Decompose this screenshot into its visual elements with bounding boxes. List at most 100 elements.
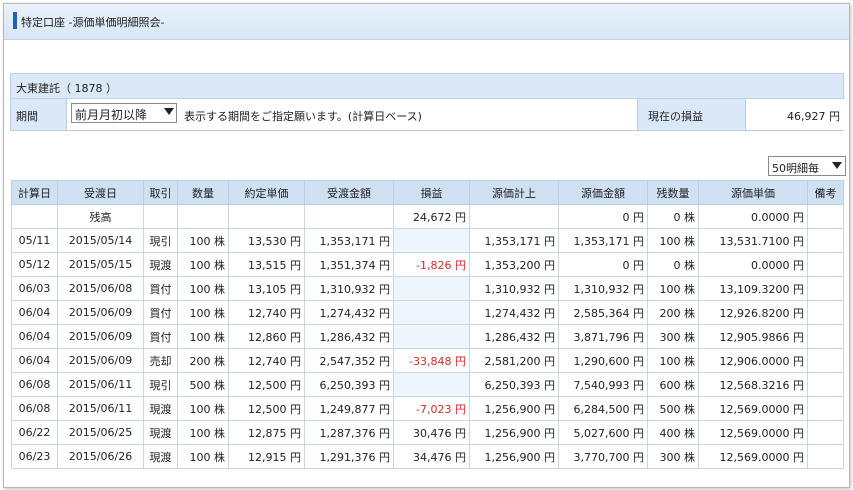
- table-header-row: 計算日 受渡日 取引 数量 約定単価 受渡金額 損益 源価計上 源価金額 残数量 源価単価 備考: [11, 180, 844, 205]
- table-cell: [807, 348, 844, 373]
- table-cell: 買付: [143, 276, 178, 301]
- table-cell: [393, 228, 470, 253]
- table-cell: 1,274,432 円: [469, 300, 559, 325]
- table-cell: 2,547,352 円: [304, 348, 394, 373]
- table-cell: 1,256,900 円: [469, 444, 559, 469]
- table-cell: 2,581,200 円: [469, 348, 559, 373]
- table-cell: 現引: [143, 228, 178, 253]
- table-cell: 6,250,393 円: [304, 372, 394, 397]
- column-header: 源価計上: [469, 180, 559, 205]
- stock-name-row: 大東建託（ 1878 ）: [11, 74, 843, 99]
- table-row: 残高 24,672 円 0 円0 株 0.0000 円: [11, 204, 844, 229]
- table-cell: 06/08: [11, 372, 58, 397]
- table-row: 06/08 2015/06/11 現引 500 株 12,500 円 6,250,393 …: [11, 372, 844, 397]
- table-cell: 100 株: [177, 444, 229, 469]
- table-cell: [177, 204, 229, 229]
- table-cell: 1,287,376 円: [304, 420, 394, 445]
- table-row: 06/04 2015/06/09 買付 100 株 12,740 円 1,274,432 …: [11, 300, 844, 325]
- period-row: 期間 前月月初以降 表示する期間をご指定願います。(計算日ベース) 現在の損益 …: [11, 99, 844, 130]
- table-cell: 12,915 円: [228, 444, 305, 469]
- table-cell: 1,256,900 円: [469, 396, 559, 421]
- table-cell: 12,569.0000 円: [698, 396, 808, 421]
- table-cell: 12,569.0000 円: [698, 444, 808, 469]
- table-cell: -7,023 円: [393, 396, 470, 421]
- chevron-down-icon: [832, 162, 842, 169]
- table-cell: [807, 396, 844, 421]
- table-cell: 300 株: [647, 444, 699, 469]
- table-body: 残高 24,672 円0 円0 株 0.0000 円 05/11 2015/05/14 現…: [11, 204, 844, 469]
- transaction-table: 計算日 受渡日 取引 数量 約定単価 受渡金額 損益 源価計上 源価金額 残数量 源価単価 備考 残高…: [11, 180, 844, 469]
- table-cell: [807, 324, 844, 349]
- table-cell: 12,905.9866 円: [698, 324, 808, 349]
- table-cell: 0 円: [558, 204, 648, 229]
- table-cell: 2015/06/09: [57, 300, 144, 325]
- table-cell: 05/11: [11, 228, 58, 253]
- table-cell: [393, 300, 470, 325]
- table-cell: 0 株: [647, 252, 699, 277]
- column-header: 計算日: [11, 180, 58, 205]
- rows-per-page-select[interactable]: 50明細毎: [768, 156, 846, 176]
- table-row: 06/04 2015/06/09 買付 100 株 12,860 円 1,286,432 …: [11, 324, 844, 349]
- current-pl-value: 46,927 円: [787, 110, 840, 123]
- table-cell: 1,286,432 円: [304, 324, 394, 349]
- table-cell: 05/12: [11, 252, 58, 277]
- table-cell: 100 株: [177, 420, 229, 445]
- table-cell: 2015/06/09: [57, 348, 144, 373]
- table-cell: 12,875 円: [228, 420, 305, 445]
- column-header: 約定単価: [228, 180, 305, 205]
- table-cell: 100 株: [177, 324, 229, 349]
- column-header: 受渡金額: [304, 180, 394, 205]
- title-bar: 特定口座 -源価単価明細照会-: [4, 4, 849, 40]
- table-cell: 13,109.3200 円: [698, 276, 808, 301]
- table-cell: 12,500 円: [228, 396, 305, 421]
- table-cell: 100 株: [647, 228, 699, 253]
- table-cell: 2015/05/14: [57, 228, 144, 253]
- table-cell: [11, 204, 58, 229]
- table-cell: [304, 204, 394, 229]
- table-cell: 1,351,374 円: [304, 252, 394, 277]
- table-cell: 06/04: [11, 324, 58, 349]
- current-pl-label: 現在の損益: [648, 110, 703, 123]
- table-cell: [807, 204, 844, 229]
- table-cell: 1,274,432 円: [304, 300, 394, 325]
- table-cell: 買付: [143, 324, 178, 349]
- table-cell: 100 株: [177, 276, 229, 301]
- table-cell: 1,353,171 円: [558, 228, 648, 253]
- table-cell: 12,569.0000 円: [698, 420, 808, 445]
- table-cell: 100 株: [177, 396, 229, 421]
- page-title: 特定口座 -源価単価明細照会-: [21, 16, 165, 29]
- table-cell: 1,353,200 円: [469, 252, 559, 277]
- table-cell: 12,906.0000 円: [698, 348, 808, 373]
- table-cell: 7,540,993 円: [558, 372, 648, 397]
- table-cell: 0.0000 円: [698, 252, 808, 277]
- table-cell: [469, 204, 559, 229]
- table-cell: 13,531.7100 円: [698, 228, 808, 253]
- table-cell: -33,848 円: [393, 348, 470, 373]
- table-cell: [228, 204, 305, 229]
- table-cell: 売却: [143, 348, 178, 373]
- table-cell: 500 株: [177, 372, 229, 397]
- table-row: 06/23 2015/06/26 現渡 100 株 12,915 円 1,291,376 …: [11, 444, 844, 469]
- table-cell: 2015/06/11: [57, 396, 144, 421]
- table-cell: 2015/06/11: [57, 372, 144, 397]
- table-cell: 100 株: [177, 252, 229, 277]
- table-cell: 100 株: [177, 228, 229, 253]
- table-cell: 100 株: [177, 300, 229, 325]
- table-cell: 2015/06/08: [57, 276, 144, 301]
- table-cell: 2015/06/25: [57, 420, 144, 445]
- table-cell: 6,250,393 円: [469, 372, 559, 397]
- table-cell: 200 株: [177, 348, 229, 373]
- table-cell: 0.0000 円: [698, 204, 808, 229]
- table-cell: 1,310,932 円: [304, 276, 394, 301]
- current-pl-cell: 46,927 円: [745, 99, 844, 130]
- table-row: 06/22 2015/06/25 現渡 100 株 12,875 円 1,287,376 …: [11, 420, 844, 445]
- table-cell: [393, 276, 470, 301]
- table-cell: 12,740 円: [228, 348, 305, 373]
- table-cell: -1,826 円: [393, 252, 470, 277]
- table-cell: 買付: [143, 300, 178, 325]
- table-cell: [807, 276, 844, 301]
- table-cell: 3,871,796 円: [558, 324, 648, 349]
- period-select[interactable]: 前月月初以降: [71, 103, 177, 123]
- table-cell: 2015/06/09: [57, 324, 144, 349]
- table-cell: 13,105 円: [228, 276, 305, 301]
